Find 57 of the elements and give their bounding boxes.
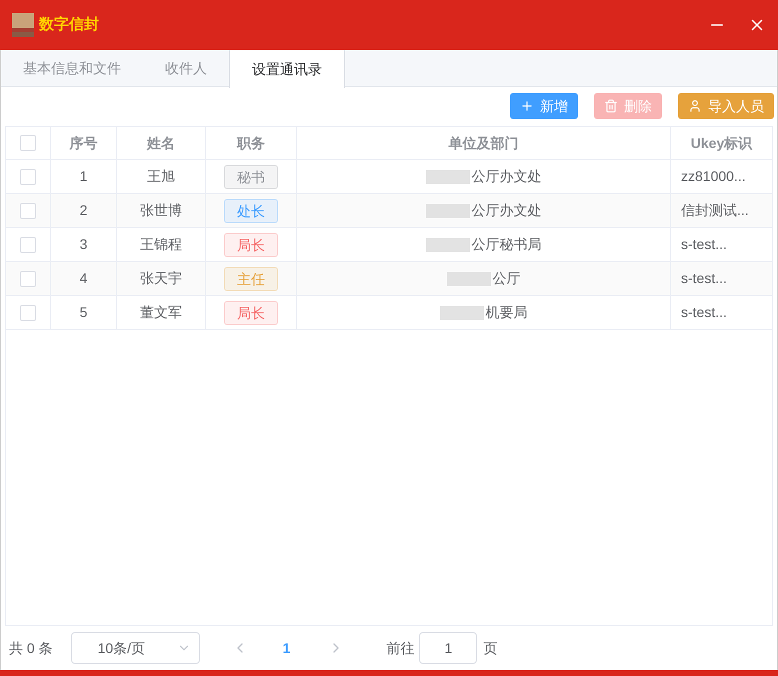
table-row[interactable]: 3 王锦程 局长 公厅秘书局 s-test... <box>6 228 772 262</box>
redacted-text <box>440 306 484 320</box>
redacted-text <box>426 170 470 184</box>
table-cell-text: 张世博 <box>140 201 182 220</box>
table-row[interactable]: 5 董文军 局长 机要局 s-test... <box>6 296 772 330</box>
table-cell-text: s-test... <box>681 235 727 254</box>
table-cell-text: 王锦程 <box>140 235 182 254</box>
table-cell-text: 公厅秘书局 <box>472 235 542 254</box>
goto-page-field[interactable]: 1 <box>419 632 478 664</box>
position-tag: 局长 <box>224 300 278 324</box>
column-header: Ukey标识 <box>690 134 752 153</box>
redacted-text <box>426 204 470 218</box>
table-cell-text: s-test... <box>681 303 727 322</box>
user-icon <box>688 99 702 113</box>
window-title: 数字信封 <box>39 14 99 35</box>
table-cell-text: 董文军 <box>140 303 182 322</box>
table-cell-text: 机要局 <box>486 303 528 322</box>
envelope-icon <box>12 13 34 37</box>
plus-icon <box>520 99 534 113</box>
table-cell-text: 1 <box>80 167 88 186</box>
column-header: 职务 <box>237 134 265 152</box>
tab[interactable]: 设置通讯录 <box>229 50 345 88</box>
checkbox[interactable] <box>20 304 36 320</box>
redacted-text <box>446 272 490 286</box>
position-tag: 局长 <box>224 232 278 256</box>
table-cell-text: 公厅办文处 <box>472 201 542 220</box>
checkbox[interactable] <box>20 135 36 151</box>
goto-label: 前往 <box>386 638 414 658</box>
column-header: 单位及部门 <box>448 134 518 152</box>
table-cell-text: 王旭 <box>147 167 175 186</box>
table-cell-text: 3 <box>80 235 88 254</box>
table-cell-text: 2 <box>80 201 88 220</box>
trash-icon <box>604 99 618 113</box>
page-size-select[interactable]: 10条/页 <box>70 632 200 664</box>
table-row[interactable]: 2 张世博 处长 公厅办文处 信封测试... <box>6 194 772 228</box>
table-cell-text: 公厅办文处 <box>472 167 542 186</box>
table-cell-text: zz81000... <box>681 167 746 186</box>
table-cell-text: 5 <box>80 303 88 322</box>
table-cell-text: s-test... <box>681 269 727 288</box>
table-cell-text: 信封测试... <box>681 201 749 220</box>
table-cell-text: 张天宇 <box>140 269 182 288</box>
table-cell-text: 4 <box>80 269 88 288</box>
position-tag: 处长 <box>224 198 278 222</box>
table-row[interactable]: 4 张天宇 主任 公厅 s-test... <box>6 262 772 296</box>
checkbox[interactable] <box>20 236 36 252</box>
checkbox[interactable] <box>20 168 36 184</box>
checkbox[interactable] <box>20 270 36 286</box>
table-cell-text: 公厅 <box>492 269 520 288</box>
position-tag: 秘书 <box>224 164 278 188</box>
total-count: 共 0 条 <box>9 638 53 658</box>
checkbox[interactable] <box>20 202 36 218</box>
redacted-text <box>426 238 470 252</box>
column-header: 姓名 <box>147 134 175 152</box>
position-tag: 主任 <box>224 266 278 290</box>
column-header: 序号 <box>70 134 98 152</box>
table-row[interactable]: 1 王旭 秘书 公厅办文处 zz81000... <box>6 160 772 194</box>
page-suffix: 页 <box>483 638 498 658</box>
